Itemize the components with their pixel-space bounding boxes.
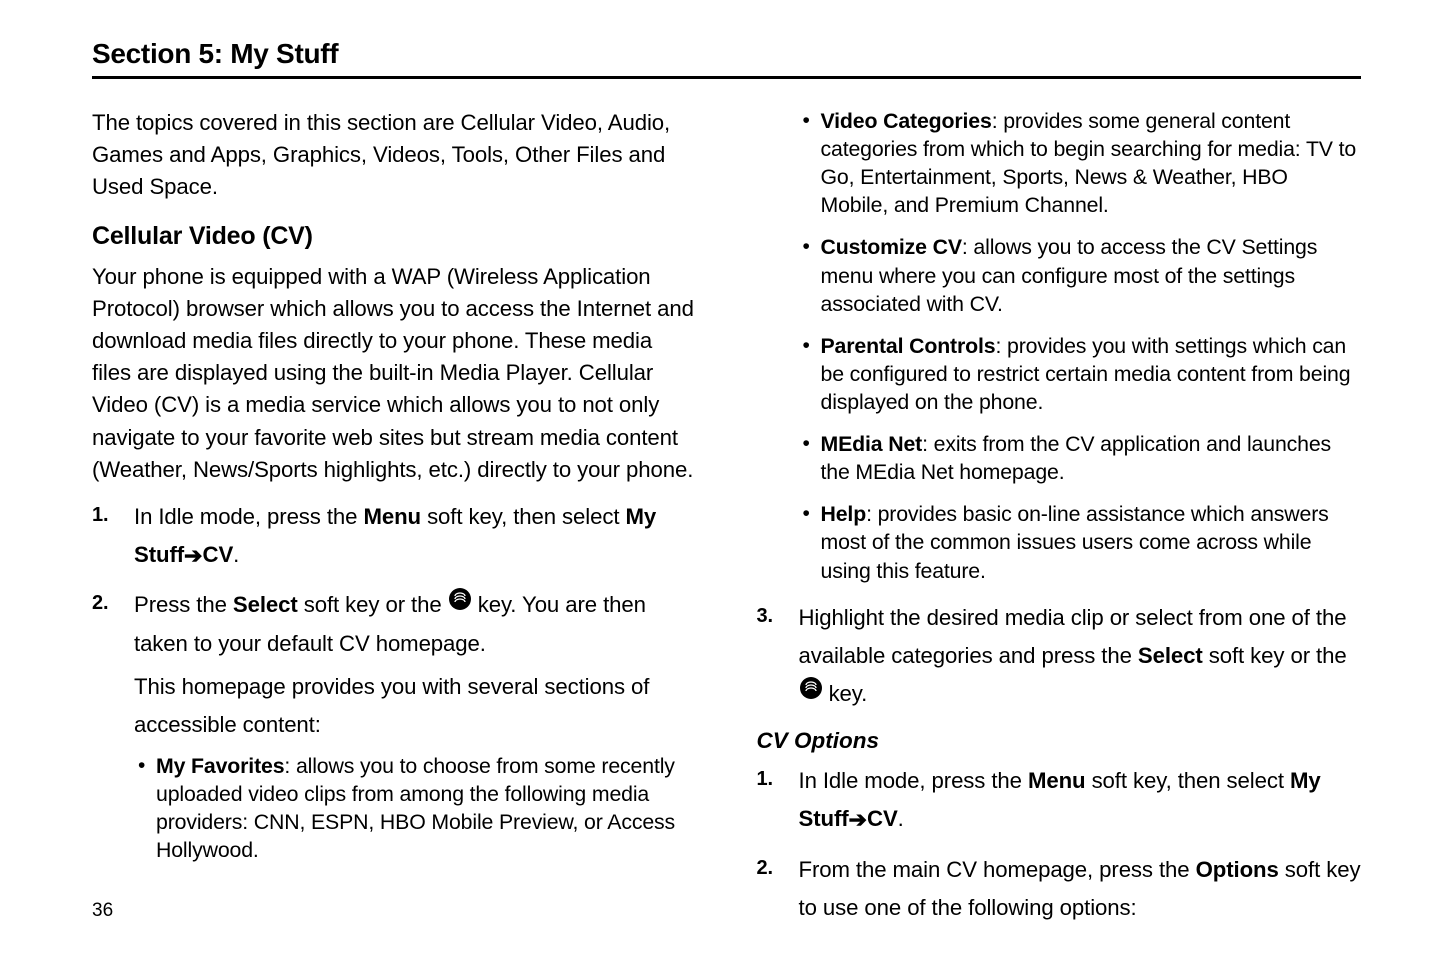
- cv-step-1: 1. In Idle mode, press the Menu soft key…: [134, 498, 697, 574]
- cv-step-2: 2. Press the Select soft key or the key.…: [134, 586, 697, 864]
- section-rule: [92, 76, 1361, 79]
- menu-softkey-label: Menu: [363, 504, 421, 529]
- step-number: 1.: [92, 498, 108, 532]
- bullet-parental-controls: Parental Controls: provides you with set…: [821, 332, 1362, 416]
- cv-paragraph: Your phone is equipped with a WAP (Wirel…: [92, 261, 697, 486]
- menu-softkey-label: Menu: [1028, 768, 1086, 793]
- bullet-label: Video Categories: [821, 109, 992, 133]
- arrow-icon: ➔: [184, 537, 203, 575]
- cv-options-steps: 1. In Idle mode, press the Menu soft key…: [757, 762, 1362, 927]
- step-number: 1.: [757, 762, 773, 796]
- step-text: key.: [823, 681, 868, 706]
- step-number: 2.: [92, 586, 108, 620]
- page: Section 5: My Stuff The topics covered i…: [0, 0, 1431, 954]
- bullet-customize-cv: Customize CV: allows you to access the C…: [821, 233, 1362, 317]
- cv-step-3: 3. Highlight the desired media clip or s…: [799, 599, 1362, 715]
- select-softkey-label: Select: [1138, 643, 1203, 668]
- cvopt-step-2: 2. From the main CV homepage, press the …: [799, 851, 1362, 927]
- cv-steps-list: 1. In Idle mode, press the Menu soft key…: [92, 498, 697, 865]
- bullet-my-favorites: My Favorites: allows you to choose from …: [156, 752, 697, 864]
- step-text: soft key, then select: [421, 504, 625, 529]
- step-text: soft key, then select: [1086, 768, 1290, 793]
- step-text: Press the: [134, 592, 233, 617]
- path-cv: CV: [203, 542, 234, 567]
- step-text: In Idle mode, press the: [134, 504, 363, 529]
- bullet-media-net: MEdia Net: exits from the CV application…: [821, 430, 1362, 486]
- ok-key-icon: [448, 585, 472, 623]
- bullet-label: Customize CV: [821, 235, 962, 259]
- options-softkey-label: Options: [1196, 857, 1279, 882]
- select-softkey-label: Select: [233, 592, 298, 617]
- cv-sections-bullets-left: My Favorites: allows you to choose from …: [134, 752, 697, 864]
- ok-key-icon: [799, 674, 823, 712]
- bullet-label: Help: [821, 502, 867, 526]
- arrow-icon: ➔: [849, 801, 868, 839]
- step-text: .: [898, 806, 904, 831]
- page-number: 36: [92, 900, 113, 922]
- step-text: soft key or the: [1203, 643, 1347, 668]
- two-column-layout: The topics covered in this section are C…: [92, 107, 1361, 939]
- right-column: Video Categories: provides some general …: [757, 107, 1362, 939]
- step-2-sub-body: This homepage provides you with several …: [134, 668, 697, 744]
- step-text: From the main CV homepage, press the: [799, 857, 1196, 882]
- heading-cv-options: CV Options: [757, 728, 1362, 754]
- path-cv: CV: [867, 806, 898, 831]
- bullet-label: My Favorites: [156, 754, 284, 778]
- heading-cellular-video: Cellular Video (CV): [92, 222, 697, 251]
- bullet-label: MEdia Net: [821, 432, 923, 456]
- bullet-label: Parental Controls: [821, 334, 996, 358]
- intro-paragraph: The topics covered in this section are C…: [92, 107, 697, 204]
- bullet-text: : provides basic on-line assistance whic…: [821, 502, 1329, 582]
- step-number: 3.: [757, 599, 773, 633]
- section-title: Section 5: My Stuff: [92, 38, 1361, 70]
- right-bullets-continuation: Video Categories: provides some general …: [757, 107, 1362, 585]
- step-text: soft key or the: [298, 592, 448, 617]
- cv-sections-bullets-right: Video Categories: provides some general …: [799, 107, 1362, 585]
- cv-steps-list-right: 3. Highlight the desired media clip or s…: [757, 599, 1362, 715]
- bullet-help: Help: provides basic on-line assistance …: [821, 500, 1362, 584]
- step-text: In Idle mode, press the: [799, 768, 1028, 793]
- step-text: .: [233, 542, 239, 567]
- bullet-video-categories: Video Categories: provides some general …: [821, 107, 1362, 219]
- left-column: The topics covered in this section are C…: [92, 107, 697, 939]
- step-number: 2.: [757, 851, 773, 885]
- cvopt-step-1: 1. In Idle mode, press the Menu soft key…: [799, 762, 1362, 838]
